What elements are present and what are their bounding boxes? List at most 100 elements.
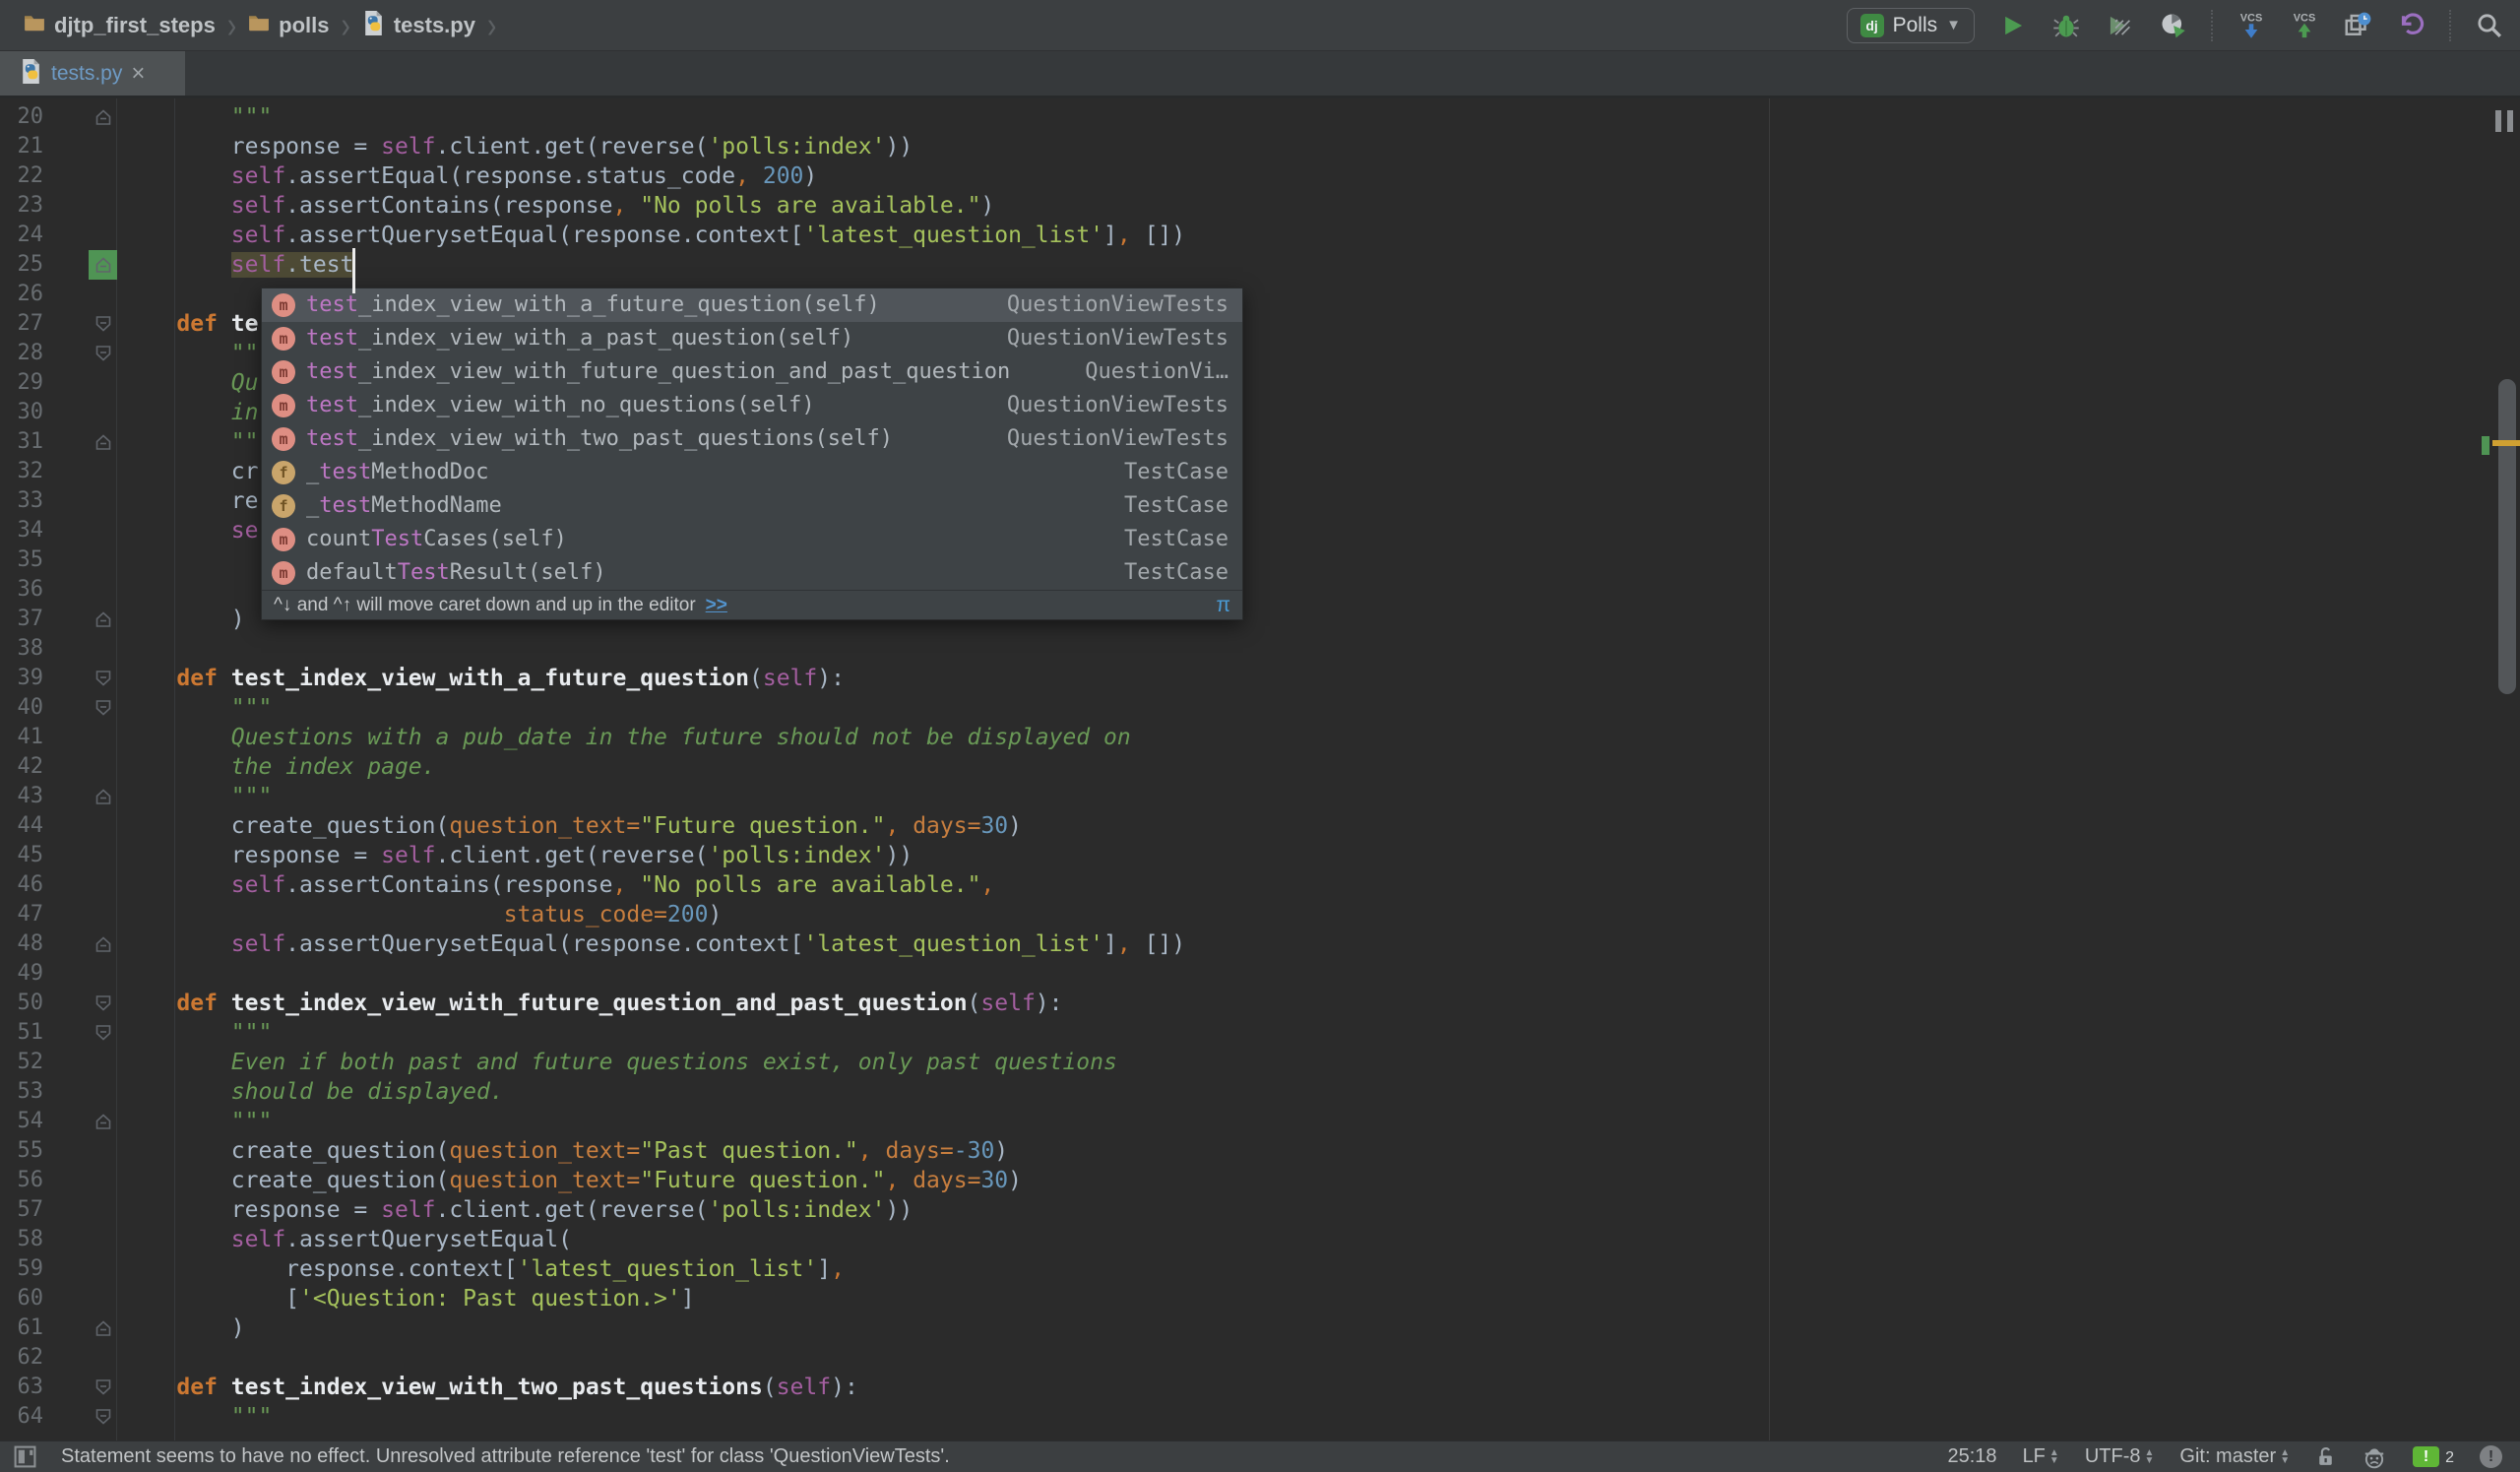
fold-column: [43, 723, 116, 752]
code-line[interactable]: 63 def test_index_view_with_two_past_que…: [0, 1373, 2520, 1402]
run-config-selector[interactable]: dj Polls ▼: [1846, 7, 1975, 43]
code-line[interactable]: 64 """: [0, 1402, 2520, 1432]
completion-item[interactable]: f _testMethodDoc TestCase: [262, 456, 1242, 489]
updown-arrows-icon: ▲ ▼: [2048, 1446, 2059, 1466]
debug-icon[interactable]: [2051, 11, 2081, 40]
completion-item[interactable]: m defaultTestResult(self) TestCase: [262, 556, 1242, 590]
completion-item[interactable]: m test_index_view_with_a_past_question(se…: [262, 322, 1242, 355]
code-line[interactable]: 55 create_question(question_text="Past q…: [0, 1136, 2520, 1166]
completion-tail: QuestionViewTests: [1006, 426, 1228, 451]
method-icon: m: [272, 427, 295, 451]
code-line[interactable]: 50 def test_index_view_with_future_quest…: [0, 989, 2520, 1018]
line-ending-selector[interactable]: LF ▲ ▼: [2023, 1445, 2059, 1468]
code-line[interactable]: 60 ['<Question: Past question.>']: [0, 1284, 2520, 1313]
tab-bar: tests.py ×: [0, 51, 2520, 98]
code-line[interactable]: 43 """: [0, 782, 2520, 811]
code-line[interactable]: 58 self.assertQuerysetEqual(: [0, 1225, 2520, 1254]
code-line[interactable]: 42 the index page.: [0, 752, 2520, 782]
code-line[interactable]: 20 """: [0, 102, 2520, 132]
code-line[interactable]: 39 def test_index_view_with_a_future_que…: [0, 664, 2520, 693]
code-line[interactable]: 23 self.assertContains(response, "No pol…: [0, 191, 2520, 221]
fold-column: [43, 427, 116, 457]
tab-tests-py[interactable]: tests.py ×: [0, 51, 185, 96]
code-line[interactable]: 54 """: [0, 1107, 2520, 1136]
code-line[interactable]: 41 Questions with a pub_date in the futu…: [0, 723, 2520, 752]
vcs-branch-selector[interactable]: Git: master ▲ ▼: [2179, 1445, 2290, 1468]
line-number: 27: [17, 311, 44, 336]
fold-column: [43, 634, 116, 664]
encoding-selector[interactable]: UTF-8 ▲ ▼: [2085, 1445, 2155, 1468]
code-line[interactable]: 53 should be displayed.: [0, 1077, 2520, 1107]
breadcrumb-item-djtp_first_steps[interactable]: djtp_first_steps: [24, 13, 216, 38]
tool-window-toggle-icon[interactable]: [10, 1442, 39, 1472]
completion-item[interactable]: f _testMethodName TestCase: [262, 489, 1242, 523]
completion-item[interactable]: m test_index_view_with_no_questions(self)…: [262, 389, 1242, 422]
run-with-coverage-icon[interactable]: [2105, 11, 2134, 40]
method-icon: m: [272, 528, 295, 551]
hector-inspector-icon[interactable]: [2362, 1444, 2387, 1470]
close-icon[interactable]: ×: [131, 61, 145, 85]
caret-position[interactable]: 25:18: [1948, 1445, 1997, 1468]
code-line[interactable]: 59 response.context['latest_question_lis…: [0, 1254, 2520, 1284]
method-icon: m: [272, 327, 295, 351]
fold-column: [43, 841, 116, 870]
code-line[interactable]: 49: [0, 959, 2520, 989]
code-text: self.test: [230, 252, 354, 278]
inspection-profile-icon[interactable]: !: [2480, 1445, 2502, 1468]
inspection-indicator-icon[interactable]: [2495, 110, 2513, 132]
completion-item[interactable]: m test_index_view_with_a_future_question(…: [262, 288, 1242, 322]
breadcrumb-item-tests-py[interactable]: tests.py: [362, 10, 475, 41]
code-line[interactable]: 44 create_question(question_text="Future…: [0, 811, 2520, 841]
vcs-stripe-mark[interactable]: [2482, 436, 2489, 455]
fold-column: [43, 1343, 116, 1373]
code-line[interactable]: 25 self.test: [0, 250, 2520, 280]
code-line[interactable]: 46 self.assertContains(response, "No pol…: [0, 870, 2520, 900]
code-text: self.assertQuerysetEqual(: [230, 1227, 572, 1252]
breadcrumb-label: polls: [279, 12, 330, 37]
rollback-icon[interactable]: [2396, 11, 2426, 40]
line-number: 36: [17, 577, 44, 602]
editor[interactable]: 20 """ 21 response = self.client.get(reve…: [0, 98, 2520, 1440]
run-config-label: Polls: [1892, 13, 1938, 36]
code-line[interactable]: 45 response = self.client.get(reverse('p…: [0, 841, 2520, 870]
code-line[interactable]: 38: [0, 634, 2520, 664]
code-line[interactable]: 40 """: [0, 693, 2520, 723]
code-line[interactable]: 56 create_question(question_text="Future…: [0, 1166, 2520, 1195]
lock-icon[interactable]: [2315, 1445, 2336, 1468]
fold-column: [43, 1195, 116, 1225]
run-icon[interactable]: [1998, 11, 2028, 40]
search-icon[interactable]: [2475, 11, 2504, 40]
code-line[interactable]: 52 Even if both past and future question…: [0, 1048, 2520, 1077]
fold-column: [43, 457, 116, 486]
profiler-icon[interactable]: [2158, 11, 2187, 40]
scrollbar-thumb[interactable]: [2498, 379, 2516, 694]
code-line[interactable]: 51 """: [0, 1018, 2520, 1048]
completion-hint: ^↓ and ^↑ will move caret down and up in…: [262, 590, 1242, 619]
fold-column: [43, 191, 116, 221]
completion-item[interactable]: m countTestCases(self) TestCase: [262, 523, 1242, 556]
code-line[interactable]: 24 self.assertQuerysetEqual(response.con…: [0, 221, 2520, 250]
code-line[interactable]: 21 response = self.client.get(reverse('p…: [0, 132, 2520, 161]
vcs-commit-icon[interactable]: VCS: [2290, 11, 2319, 40]
code-line[interactable]: 62: [0, 1343, 2520, 1373]
recent-changes-icon[interactable]: [2343, 11, 2372, 40]
code-text: response = self.client.get(reverse('poll…: [122, 134, 914, 160]
hint-text: ^↓ and ^↑ will move caret down and up in…: [274, 594, 696, 615]
completion-item[interactable]: m test_index_view_with_future_question_an…: [262, 355, 1242, 389]
fold-column: [43, 1313, 116, 1343]
line-number: 32: [17, 459, 44, 483]
hint-more-link[interactable]: >>: [706, 595, 727, 616]
completion-item[interactable]: m test_index_view_with_two_past_questions…: [262, 422, 1242, 456]
code-line[interactable]: 22 self.assertEqual(response.status_code…: [0, 161, 2520, 191]
code-line[interactable]: 48 self.assertQuerysetEqual(response.con…: [0, 929, 2520, 959]
line-number: 23: [17, 193, 44, 218]
caret-stripe-mark[interactable]: [2492, 440, 2520, 446]
completion-name: test_index_view_with_future_question_and…: [306, 359, 1011, 384]
code-line[interactable]: 61 ): [0, 1313, 2520, 1343]
event-log-notification[interactable]: ! 2: [2413, 1446, 2454, 1467]
vcs-update-icon[interactable]: VCS: [2236, 11, 2266, 40]
code-line[interactable]: 57 response = self.client.get(reverse('p…: [0, 1195, 2520, 1225]
breadcrumb-item-polls[interactable]: polls: [248, 12, 330, 38]
code-line[interactable]: 47 status_code=200): [0, 900, 2520, 929]
